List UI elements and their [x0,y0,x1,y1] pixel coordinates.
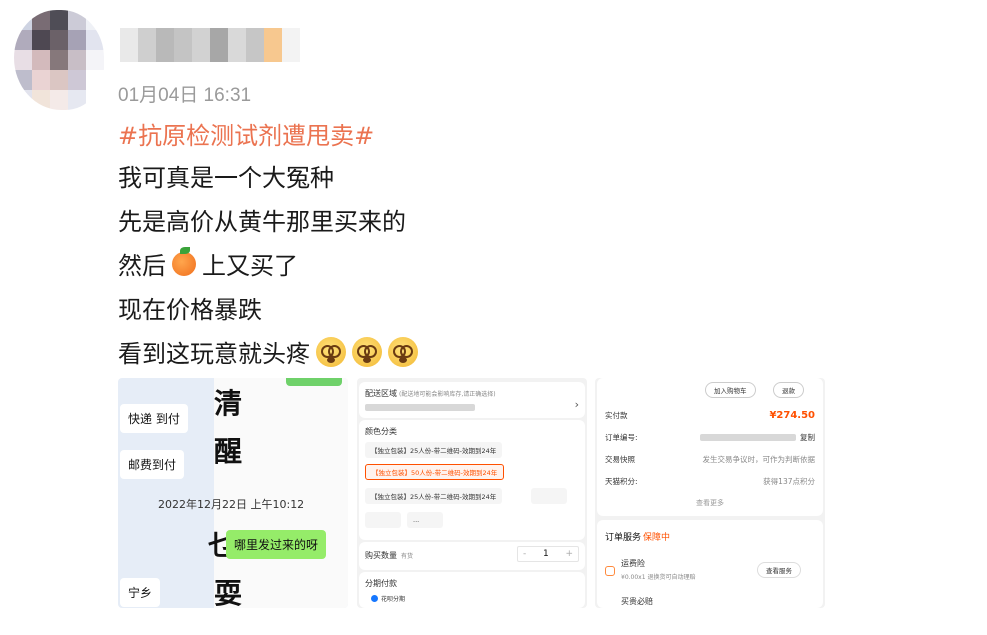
order-service-card: 订单服务 保障中 运费险 ¥0.00x1 退换货可自动理赔 查看服务 买贵必赔 [597,520,823,608]
option-more[interactable]: ... [407,512,443,528]
address-blurred [365,404,475,411]
post-text-line-5: 看到这玩意就头疼 [118,334,418,369]
calligraphy-char: 清 [214,387,243,420]
snapshot-value: 发生交易争议时，可作为判断依据 [702,455,816,464]
order-number-row: 订单编号: 复制 [605,432,815,443]
huabei-label: 花呗分期 [381,596,406,603]
order-number-label: 订单编号: [605,433,638,442]
points-value: 获得137点积分 [763,477,815,486]
post-text-line-3: 然后 上又买了 [118,246,298,281]
minus-button[interactable]: - [523,549,526,559]
chat-bubble: 快递 到付 [120,404,188,433]
plus-button[interactable]: + [565,549,573,559]
order-number-blurred [700,434,796,441]
post-text-bought-again: 上又买了 [202,252,298,280]
color-title: 颜色分类 [365,427,397,436]
refund-button[interactable]: 退款 [773,382,804,398]
hashtag-link[interactable]: #抗原检测试剂遭甩卖# [118,116,374,151]
green-bubble-edge [286,378,342,386]
paid-row: 实付款 ¥274.50 [605,410,815,421]
quantity-label: 购买数量 [365,551,397,560]
dizzy-face-emoji-icon [388,336,418,367]
peach-emoji-icon [172,246,196,276]
delivery-title: 配送区域 [365,389,397,398]
delivery-card: 配送区域 (配送地可能会影响库存,请正确选择) › [359,382,585,418]
dizzy-face-emoji-icon [352,336,382,367]
calligraphy-char: 醒 [214,435,243,468]
delivery-hint: (配送地可能会影响库存,请正确选择) [399,391,496,398]
insurance-title: 运费险 [621,559,645,568]
option-50-pack-selected[interactable]: 【独立包装】50人份-带二维码-效期到24年 [365,464,505,480]
post-timestamp: 01月04日 16:31 [118,85,252,106]
add-to-cart-button[interactable]: 加入购物车 [705,382,756,398]
chevron-right-icon[interactable]: › [575,398,579,411]
option-other[interactable] [365,512,401,528]
chat-bubble: 宁乡 [120,578,161,607]
must-return-label: 买贵必赔 [621,597,653,606]
post-text-line-1: 我可真是一个大冤种 [118,164,334,192]
shield-icon [605,566,615,576]
quantity-value[interactable]: 1 [543,549,549,559]
dizzy-face-emoji-icon [316,336,346,367]
paid-label: 实付款 [605,411,628,420]
chat-timestamp: 2022年12月22日 上午10:12 [158,498,305,511]
service-guarantee-tag: 保障中 [643,533,671,543]
chat-bubble-green: 哪里发过来的呀 [226,530,327,559]
service-title: 订单服务 [605,533,642,543]
insurance-desc: ¥0.00x1 退换货可自动理赔 [621,574,696,581]
view-service-button[interactable]: 查看服务 [757,562,801,578]
post-text-line-4: 现在价格暴跌 [118,296,262,324]
image-thumbnail-product[interactable]: 配送区域 (配送地可能会影响库存,请正确选择) › 颜色分类 【独立包装】25人… [357,378,587,608]
username-pixelated[interactable] [120,28,300,62]
snapshot-label: 交易快照 [605,455,635,464]
post-text-then: 然后 [118,252,166,280]
chat-bubble: 邮费到付 [120,450,185,479]
option-25-pack[interactable]: 【独立包装】25人份-带二维码-效期到24年 [365,442,503,458]
installment-card: 分期付款 花呗分期 [359,572,585,608]
post-text-line-2: 先是高价从黄牛那里买来的 [118,208,406,236]
avatar[interactable] [14,10,104,110]
copy-button[interactable]: 复制 [800,432,815,443]
huabei-icon [371,595,378,602]
installment-label: 分期付款 [365,579,397,588]
order-info-card: 加入购物车 退款 实付款 ¥274.50 订单编号: 复制 交易快照 发生交易争… [597,378,823,516]
points-label: 天猫积分: [605,477,638,486]
calligraphy-char: 耍 [214,577,243,608]
stock-status: 有货 [401,553,414,560]
points-row[interactable]: 天猫积分: 获得137点积分 [605,476,815,487]
option-25-pack-alt[interactable]: 【独立包装】25人份-带二维码-效期到24年 [365,488,503,504]
post-text-headache: 看到这玩意就头疼 [118,340,310,368]
option-other[interactable] [531,488,567,504]
quantity-stepper[interactable]: - 1 + [517,546,579,562]
snapshot-row[interactable]: 交易快照 发生交易争议时，可作为判断依据 [605,454,815,465]
image-thumbnail-chat[interactable]: 清 醒 乜 耍 快递 到付 邮费到付 2022年12月22日 上午10:12 哪… [118,378,348,608]
image-thumbnail-order[interactable]: 加入购物车 退款 实付款 ¥274.50 订单编号: 复制 交易快照 发生交易争… [595,378,825,608]
view-more-link[interactable]: 查看更多 [597,498,823,508]
huabei-option[interactable]: 花呗分期 [371,594,405,603]
color-options-card: 颜色分类 【独立包装】25人份-带二维码-效期到24年 【独立包装】50人份-带… [359,420,585,540]
paid-amount: ¥274.50 [769,410,815,421]
